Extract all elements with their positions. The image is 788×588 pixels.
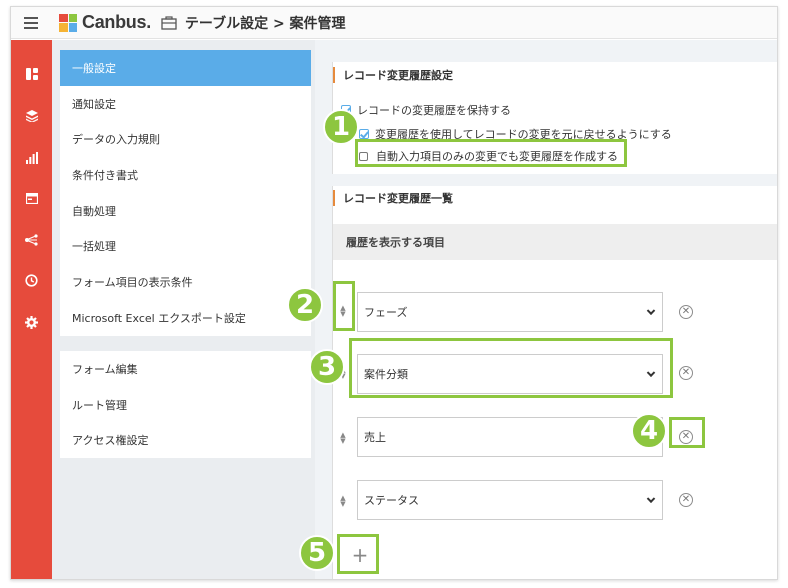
app-window: Canbus. テーブル設定 > 案件管理 一般設定 通知設定 データの入力規則… [10, 6, 778, 580]
highlight-box [333, 281, 355, 331]
field-select-value: ステータス [364, 494, 419, 507]
history-list-title: レコード変更履歴一覧 [333, 190, 777, 206]
menu-item-route-management[interactable]: ルート管理 [60, 387, 311, 423]
menu-item-validation[interactable]: データの入力規則 [60, 121, 311, 157]
field-select[interactable]: ステータス [357, 480, 663, 520]
menu-item-automation[interactable]: 自動処理 [60, 193, 311, 229]
field-select-value: 売上 [364, 431, 386, 444]
history-field-row: ▲ ▼ 売上 ✕ [333, 415, 777, 457]
menu-item-excel-export[interactable]: Microsoft Excel エクスポート設定 [60, 300, 311, 336]
canbus-logo-icon [59, 13, 77, 32]
menu-item-form-edit[interactable]: フォーム編集 [60, 351, 311, 387]
history-settings-title: レコード変更履歴設定 [333, 67, 777, 83]
chevron-down-icon [646, 306, 656, 316]
remove-circle-icon[interactable]: ✕ [679, 305, 693, 319]
workflow-icon[interactable] [11, 230, 52, 250]
settings-menu-group-form: フォーム編集 ルート管理 アクセス権設定 [60, 351, 311, 458]
history-icon[interactable] [11, 270, 52, 290]
keep-history-option[interactable]: レコードの変更履歴を保持する [341, 102, 511, 118]
menu-item-field-display-conditions[interactable]: フォーム項目の表示条件 [60, 264, 311, 300]
menu-item-general[interactable]: 一般設定 [60, 50, 311, 86]
breadcrumb: テーブル設定 > 案件管理 [184, 15, 346, 32]
highlight-box [349, 338, 673, 398]
menu-item-conditional-format[interactable]: 条件付き書式 [60, 157, 311, 193]
chevron-down-icon [646, 494, 656, 504]
history-field-row: ▲ ▼ フェーズ ✕ [333, 290, 777, 332]
gear-icon[interactable] [11, 312, 52, 332]
database-icon[interactable] [11, 106, 52, 126]
highlight-box [669, 417, 705, 448]
keep-history-label: レコードの変更履歴を保持する [357, 104, 511, 117]
main-content: レコード変更履歴設定 レコードの変更履歴を保持する 変更履歴を使用してレコードの… [315, 40, 777, 579]
menu-item-notification[interactable]: 通知設定 [60, 86, 311, 122]
top-header: Canbus. テーブル設定 > 案件管理 [11, 7, 777, 39]
annotation-badge: 2 [287, 287, 323, 323]
left-nav-rail [11, 40, 52, 579]
settings-menu: 一般設定 通知設定 データの入力規則 条件付き書式 自動処理 一括処理 フォーム… [52, 40, 315, 579]
drag-handle-icon[interactable]: ▲▼ [339, 429, 347, 447]
field-select-value: フェーズ [364, 306, 408, 319]
table-icon [161, 15, 177, 30]
settings-menu-group-general: 一般設定 通知設定 データの入力規則 条件付き書式 自動処理 一括処理 フォーム… [60, 50, 311, 336]
history-field-row: ▲ ▼ ステータス ✕ [333, 478, 777, 520]
annotation-badge: 5 [299, 535, 335, 571]
field-select[interactable]: フェーズ [357, 292, 663, 332]
annotation-badge: 4 [631, 413, 667, 449]
highlight-box [355, 139, 627, 167]
menu-item-access-rights[interactable]: アクセス権設定 [60, 422, 311, 458]
menu-item-bulk-process[interactable]: 一括処理 [60, 228, 311, 264]
hamburger-menu-icon[interactable] [11, 7, 51, 39]
field-select[interactable]: 売上 [357, 417, 663, 457]
allow-revert-checkbox[interactable] [359, 129, 369, 139]
app-logo-text: Canbus. [82, 12, 151, 32]
window-icon[interactable] [11, 188, 52, 208]
remove-circle-icon[interactable]: ✕ [679, 493, 693, 507]
highlight-box [337, 534, 379, 574]
annotation-badge: 1 [323, 109, 359, 145]
history-fields-header: 履歴を表示する項目 [333, 224, 777, 260]
annotation-badge: 3 [309, 349, 345, 385]
remove-circle-icon[interactable]: ✕ [679, 366, 693, 380]
drag-handle-icon[interactable]: ▲▼ [339, 492, 347, 510]
dashboard-icon[interactable] [11, 64, 52, 84]
chart-icon[interactable] [11, 148, 52, 168]
